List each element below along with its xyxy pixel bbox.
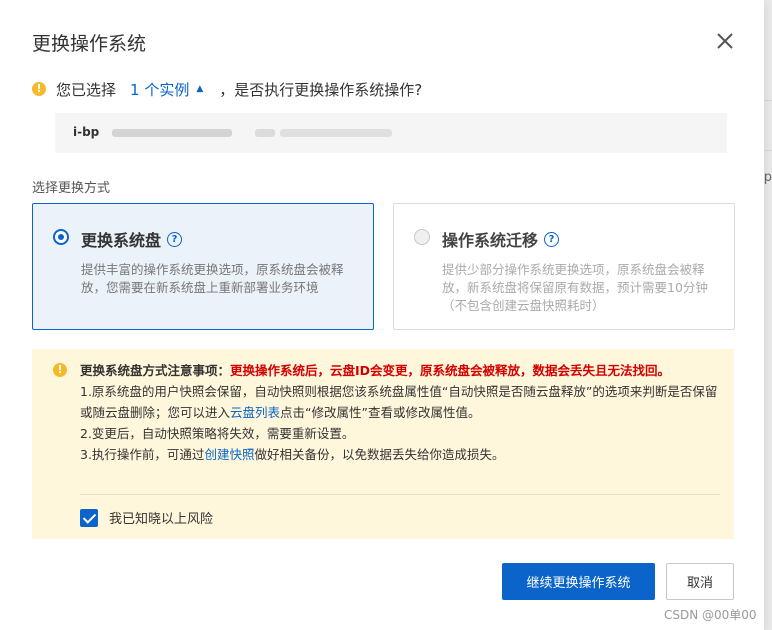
selection-summary: ! 您已选择 1 个实例 ▲ ，是否执行更换操作系统操作? bbox=[32, 79, 422, 99]
selection-suffix: ，是否执行更换操作系统操作? bbox=[219, 80, 423, 99]
checkbox-checked-icon[interactable] bbox=[80, 508, 98, 527]
instance-count-link[interactable]: 1 个实例 bbox=[130, 79, 189, 100]
notice-warning: 更换操作系统后，云盘ID会变更，原系统盘会被释放，数据会丢失且无法找回。 bbox=[230, 363, 671, 378]
instance-id: i-bp bbox=[73, 125, 100, 139]
change-os-dialog: 更换操作系统 ! 您已选择 1 个实例 ▲ ，是否执行更换操作系统操作? i-b… bbox=[0, 0, 764, 630]
notice-item-text: 3.执行操作前，可通过 bbox=[80, 447, 205, 462]
caret-up-icon[interactable]: ▲ bbox=[196, 84, 203, 94]
notice-item-text: 做好相关备份，以免数据丢失给你造成损失。 bbox=[254, 447, 505, 462]
notice-item-text: 点击“修改属性”查看或修改属性值。 bbox=[280, 405, 481, 420]
warning-icon: ! bbox=[53, 363, 67, 377]
selection-prefix: 您已选择 bbox=[56, 80, 117, 99]
agree-risk-checkbox[interactable]: 我已知晓以上风险 bbox=[80, 508, 213, 527]
watermark: CSDN @00单00 bbox=[664, 608, 757, 622]
agree-risk-label: 我已知晓以上风险 bbox=[109, 512, 214, 527]
warning-icon: ! bbox=[32, 82, 46, 96]
continue-change-os-button[interactable]: 继续更换操作系统 bbox=[502, 563, 655, 600]
notice-item-2: 2.变更后，自动快照策略将失效，需要重新设置。 bbox=[80, 426, 355, 441]
redacted-instance-name bbox=[280, 129, 392, 137]
redacted-icon bbox=[255, 129, 275, 137]
close-icon[interactable] bbox=[714, 30, 736, 52]
help-icon[interactable]: ? bbox=[544, 231, 560, 247]
radio-os-migration[interactable] bbox=[414, 229, 430, 245]
disk-list-link[interactable]: 云盘列表 bbox=[230, 405, 280, 420]
notice-item-1: 1.原系统盘的用户快照会保留，自动快照则根据您该系统盘属性值“自动快照是否随云盘… bbox=[80, 381, 720, 423]
notice-heading: 更换系统盘方式注意事项： bbox=[80, 363, 231, 378]
option-title-text: 操作系统迁移 bbox=[442, 231, 539, 250]
option-replace-system-disk[interactable]: 更换系统盘 ? 提供丰富的操作系统更换选项，原系统盘会被释放，您需要在新系统盘上… bbox=[32, 203, 374, 330]
cancel-button[interactable]: 取消 bbox=[666, 563, 734, 600]
dialog-title: 更换操作系统 bbox=[32, 33, 147, 55]
option-title-text: 更换系统盘 bbox=[81, 231, 162, 250]
instance-list: i-bp bbox=[55, 113, 727, 153]
option-title: 更换系统盘 ? bbox=[81, 227, 183, 251]
notice-text: 更换系统盘方式注意事项：更换操作系统后，云盘ID会变更，原系统盘会被释放，数据会… bbox=[80, 360, 720, 465]
redacted-instance-id bbox=[112, 129, 232, 137]
notice-panel: ! 更换系统盘方式注意事项：更换操作系统后，云盘ID会变更，原系统盘会被释放，数… bbox=[32, 349, 734, 539]
notice-divider bbox=[80, 494, 720, 495]
mode-label: 选择更换方式 bbox=[32, 181, 111, 196]
option-description: 提供少部分操作系统更换选项，原系统盘会被释放，新系统盘将保留原有数据，预计需要1… bbox=[442, 262, 708, 313]
create-snapshot-link[interactable]: 创建快照 bbox=[204, 447, 254, 462]
radio-replace-system-disk[interactable] bbox=[53, 229, 69, 245]
option-description: 提供丰富的操作系统更换选项，原系统盘会被释放，您需要在新系统盘上重新部署业务环境 bbox=[81, 262, 344, 295]
option-os-migration[interactable]: 操作系统迁移 ? 提供少部分操作系统更换选项，原系统盘会被释放，新系统盘将保留原… bbox=[393, 203, 735, 330]
help-icon[interactable]: ? bbox=[167, 231, 183, 247]
option-title: 操作系统迁移 ? bbox=[442, 227, 560, 251]
notice-heading-line: 更换系统盘方式注意事项：更换操作系统后，云盘ID会变更，原系统盘会被释放，数据会… bbox=[80, 360, 720, 381]
notice-item-3: 3.执行操作前，可通过创建快照做好相关备份，以免数据丢失给你造成损失。 bbox=[80, 444, 720, 465]
background-text: p bbox=[763, 170, 772, 185]
